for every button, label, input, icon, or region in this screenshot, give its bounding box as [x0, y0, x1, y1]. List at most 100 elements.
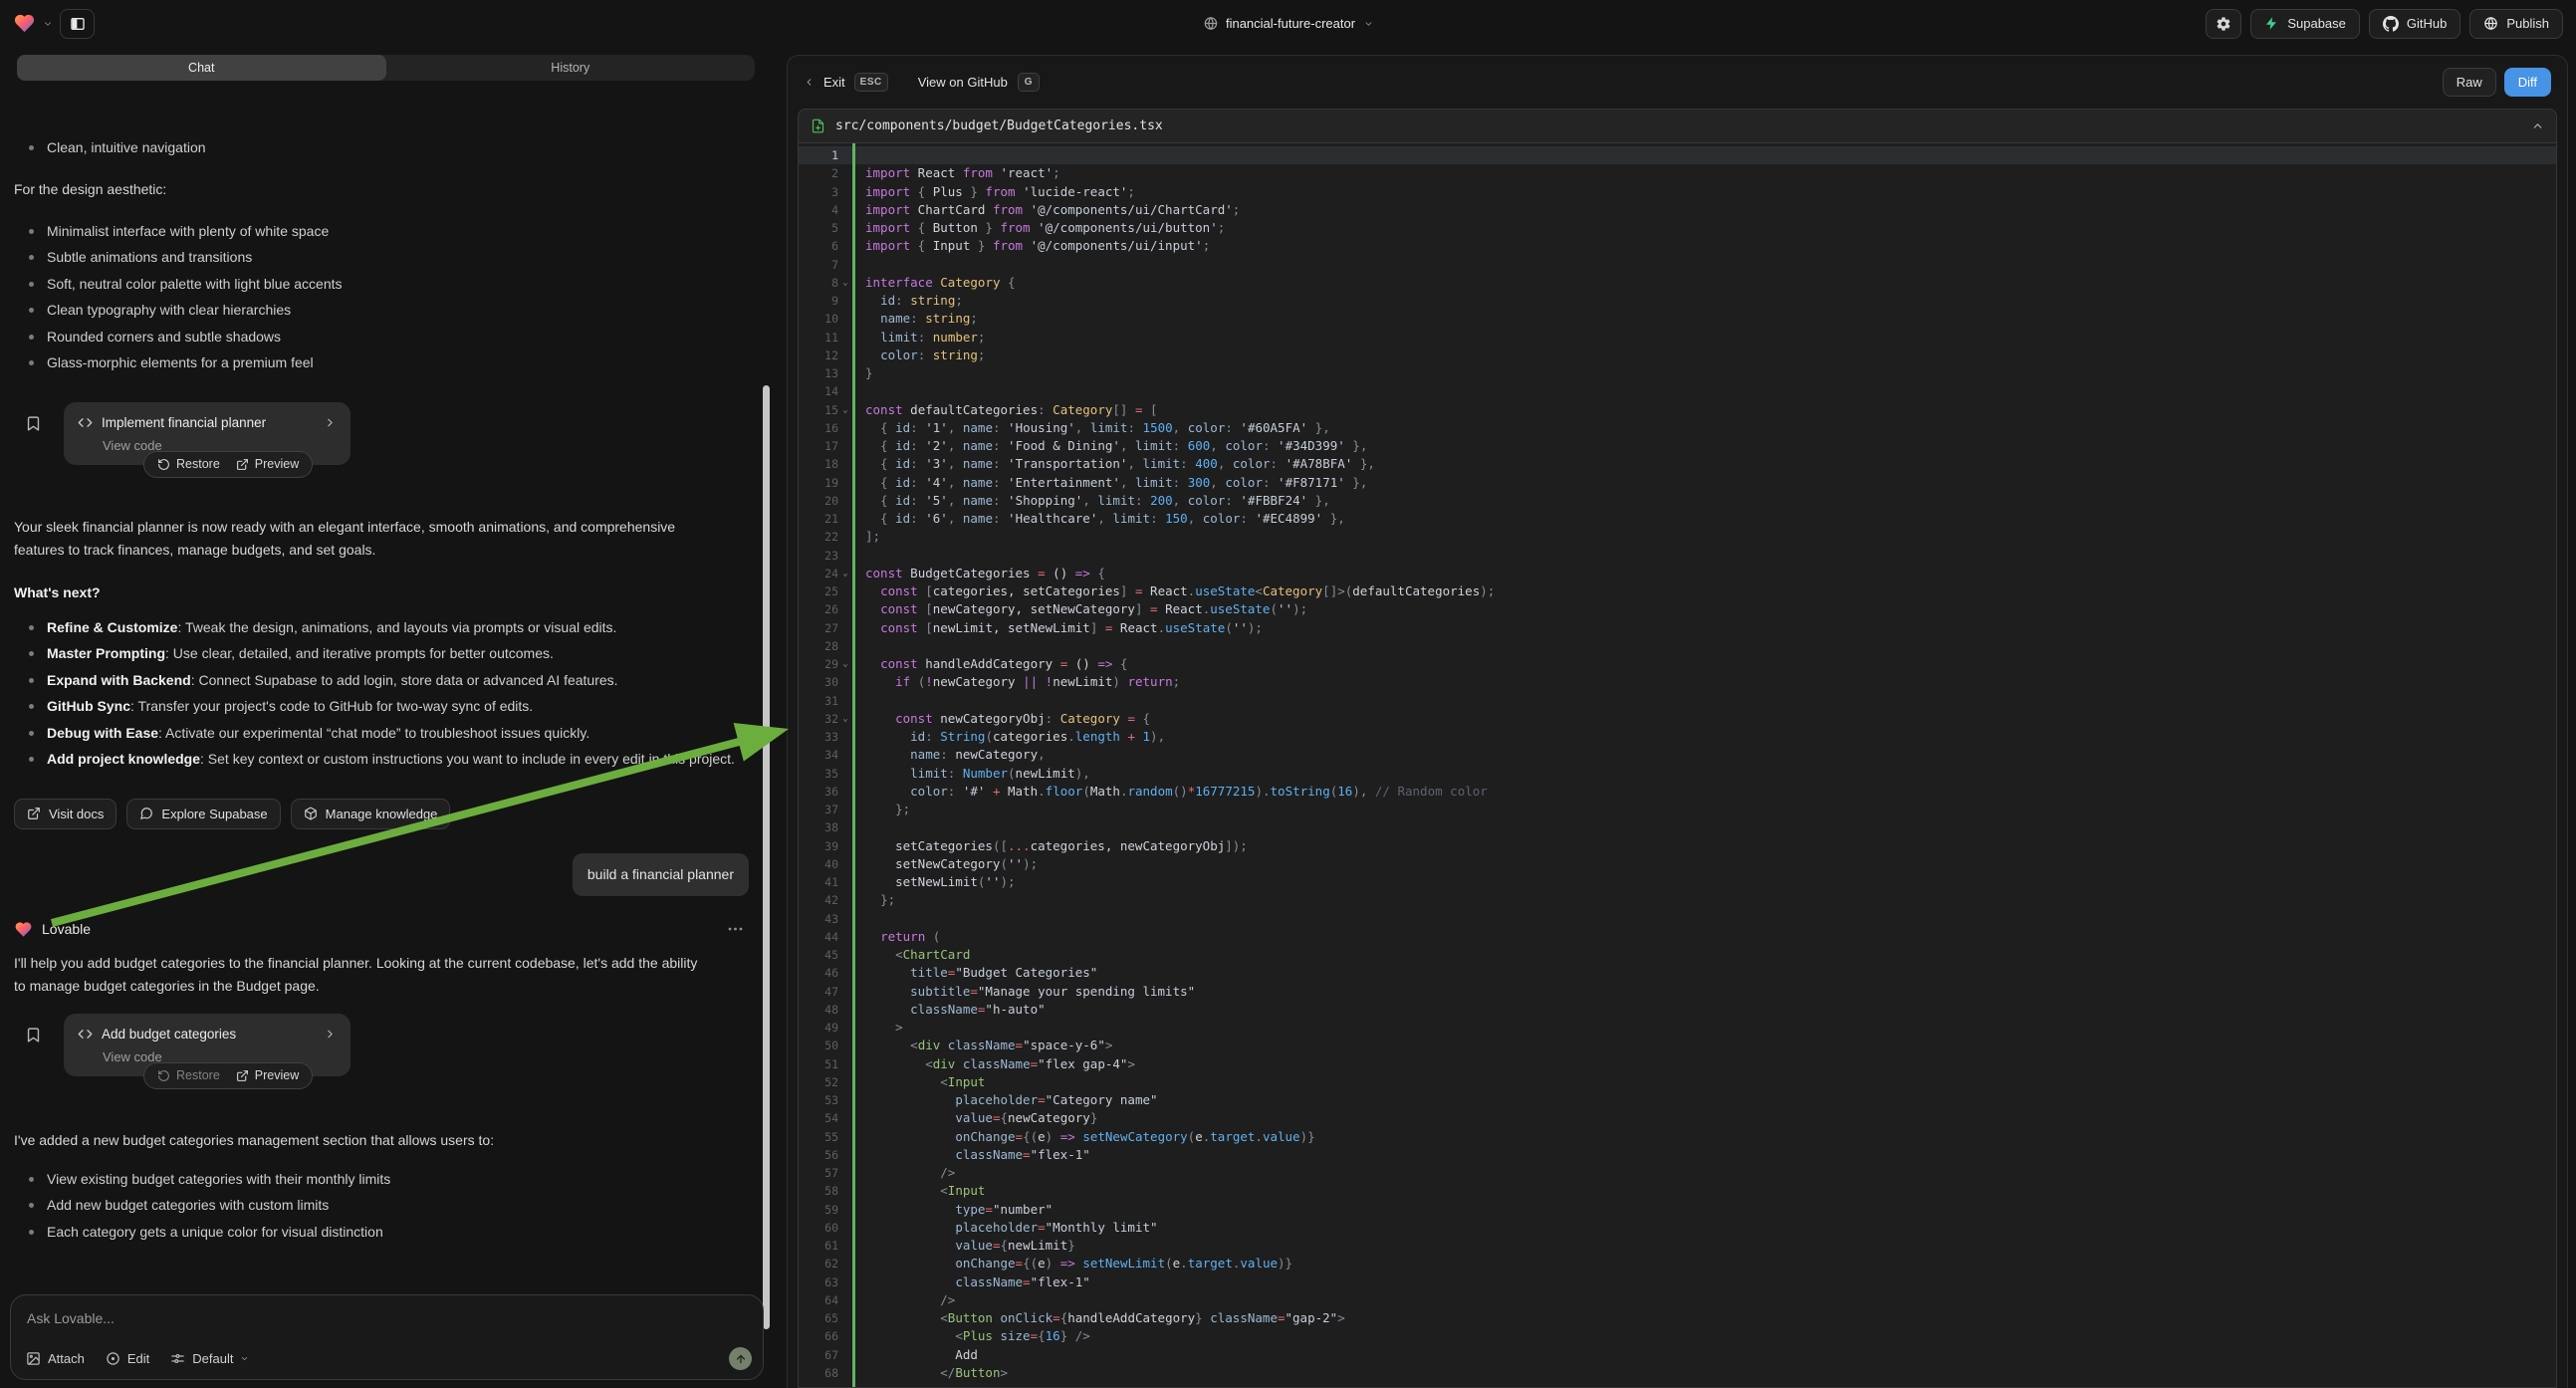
code-line: 25 const [categories, setCategories] = R… — [799, 582, 2556, 600]
diff-button[interactable]: Diff — [2504, 68, 2551, 97]
restore-button[interactable]: Restore — [157, 457, 220, 471]
bookmark-icon[interactable] — [25, 415, 42, 432]
code-line: 4import ChartCard from '@/components/ui/… — [799, 201, 2556, 219]
list-item: Rounded corners and subtle shadows — [47, 324, 744, 350]
list-item: Master Prompting: Use clear, detailed, a… — [47, 640, 744, 667]
publish-label: Publish — [2506, 16, 2549, 31]
code-line: 52 <Input — [799, 1073, 2556, 1091]
chevron-up-icon[interactable] — [2531, 119, 2544, 132]
lovable-logo-icon[interactable] — [13, 12, 36, 35]
chevron-right-icon[interactable] — [324, 1028, 337, 1041]
code-line: 7 — [799, 256, 2556, 274]
code-line: 53 placeholder="Category name" — [799, 1091, 2556, 1109]
code-line: 2import React from 'react'; — [799, 164, 2556, 182]
publish-button[interactable]: Publish — [2469, 9, 2563, 39]
top-bar: financial-future-creator Supabase — [0, 0, 2576, 47]
project-switcher[interactable]: financial-future-creator — [1203, 0, 1373, 47]
esc-kbd-badge: ESC — [854, 73, 888, 92]
code-line: 12 color: string; — [799, 347, 2556, 364]
bookmark-icon[interactable] — [25, 1027, 42, 1043]
code-line: 31 — [799, 692, 2556, 710]
chevron-left-icon — [804, 77, 815, 88]
code-line: 28 — [799, 637, 2556, 655]
code-line: 54 value={newCategory} — [799, 1109, 2556, 1127]
file-plus-icon — [811, 118, 825, 133]
code-line: 22]; — [799, 528, 2556, 546]
code-line: 37 }; — [799, 801, 2556, 818]
lovable-heart-icon — [14, 920, 33, 939]
code-line: 14 — [799, 382, 2556, 400]
mode-selector[interactable]: Default — [170, 1351, 249, 1366]
code-viewer-panel: Exit ESC View on GitHub G Raw Diff src/c… — [787, 55, 2568, 1388]
quick-actions: Visit docs Explore Supabase Manage knowl… — [14, 799, 749, 829]
user-message: build a financial planner — [573, 853, 749, 896]
list-item: Glass-morphic elements for a premium fee… — [47, 349, 744, 376]
code-line: 16 { id: '1', name: 'Housing', limit: 15… — [799, 419, 2556, 437]
exit-button[interactable]: Exit ESC — [804, 73, 888, 92]
code-line: 65 <Button onClick={handleAddCategory} c… — [799, 1309, 2556, 1327]
code-line: 50 <div className="space-y-6"> — [799, 1037, 2556, 1054]
code-icon — [78, 415, 93, 430]
list-item: Refine & Customize: Tweak the design, an… — [47, 614, 744, 641]
code-line: 6import { Input } from '@/components/ui/… — [799, 237, 2556, 255]
preview-button[interactable]: Preview — [236, 457, 299, 471]
supabase-button[interactable]: Supabase — [2250, 9, 2360, 39]
message-circle-icon — [139, 807, 153, 820]
visit-docs-button[interactable]: Visit docs — [14, 799, 117, 829]
chevron-down-icon — [1363, 19, 1373, 29]
message-menu-button[interactable] — [728, 927, 743, 931]
list-item: Minimalist interface with plenty of whit… — [47, 218, 744, 245]
file-header[interactable]: src/components/budget/BudgetCategories.t… — [798, 109, 2557, 143]
chevron-right-icon[interactable] — [324, 416, 337, 429]
added-features-list: View existing budget categories with the… — [14, 1166, 749, 1246]
assistant-intro: I'll help you add budget categories to t… — [14, 952, 711, 998]
github-button[interactable]: GitHub — [2369, 9, 2460, 39]
send-button[interactable] — [729, 1347, 752, 1370]
code-line: 58 <Input — [799, 1182, 2556, 1200]
manage-knowledge-button[interactable]: Manage knowledge — [291, 799, 451, 829]
restore-button[interactable]: Restore — [157, 1068, 220, 1082]
tab-history[interactable]: History — [386, 55, 756, 81]
composer: Attach Edit Default — [10, 1294, 764, 1380]
settings-button[interactable] — [2206, 9, 2241, 39]
version-actions: Restore Preview — [143, 1062, 313, 1089]
sidebar-toggle-button[interactable] — [60, 9, 95, 39]
gear-icon — [2216, 16, 2231, 32]
diff-added-bar — [852, 143, 855, 1387]
version-card[interactable]: Add budget categories View code Restore — [64, 1014, 351, 1076]
code-line: 44 return ( — [799, 928, 2556, 946]
code-line: 32⌄ const newCategoryObj: Category = { — [799, 710, 2556, 728]
image-icon — [26, 1351, 41, 1366]
design-bullet-list: Minimalist interface with plenty of whit… — [14, 218, 749, 376]
list-item: Each category gets a unique color for vi… — [47, 1219, 744, 1246]
supabase-label: Supabase — [2287, 16, 2346, 31]
version-card[interactable]: Implement financial planner View code Re… — [64, 402, 351, 465]
code-line: 1 — [799, 146, 2556, 164]
code-line: 48 className="h-auto" — [799, 1001, 2556, 1019]
code-line: 30 if (!newCategory || !newLimit) return… — [799, 673, 2556, 691]
code-line: 63 className="flex-1" — [799, 1273, 2556, 1291]
code-line: 20 { id: '5', name: 'Shopping', limit: 2… — [799, 492, 2556, 510]
view-on-github-button[interactable]: View on GitHub G — [918, 73, 1040, 92]
package-icon — [304, 807, 318, 820]
raw-button[interactable]: Raw — [2443, 68, 2496, 97]
attach-button[interactable]: Attach — [26, 1351, 85, 1366]
version-title: Implement financial planner — [102, 415, 315, 430]
code-line: 10 name: string; — [799, 310, 2556, 328]
code-line: 60 placeholder="Monthly limit" — [799, 1219, 2556, 1237]
tab-chat[interactable]: Chat — [17, 55, 386, 81]
preview-button[interactable]: Preview — [236, 1068, 299, 1082]
list-item: Clean typography with clear hierarchies — [47, 297, 744, 324]
edit-button[interactable]: Edit — [106, 1351, 149, 1366]
list-item: Clean, intuitive navigation — [47, 134, 744, 161]
code-line: 39 setCategories([...categories, newCate… — [799, 837, 2556, 855]
list-item: View existing budget categories with the… — [47, 1166, 744, 1193]
chevron-down-icon[interactable] — [43, 19, 53, 29]
code-line: 47 subtitle="Manage your spending limits… — [799, 983, 2556, 1001]
list-item: Add new budget categories with custom li… — [47, 1192, 744, 1219]
chat-scrollbar[interactable] — [763, 385, 770, 1329]
list-item: Add project knowledge: Set key context o… — [47, 746, 744, 773]
explore-supabase-button[interactable]: Explore Supabase — [126, 799, 280, 829]
circle-dot-icon — [106, 1351, 120, 1366]
chat-input[interactable] — [11, 1295, 763, 1326]
